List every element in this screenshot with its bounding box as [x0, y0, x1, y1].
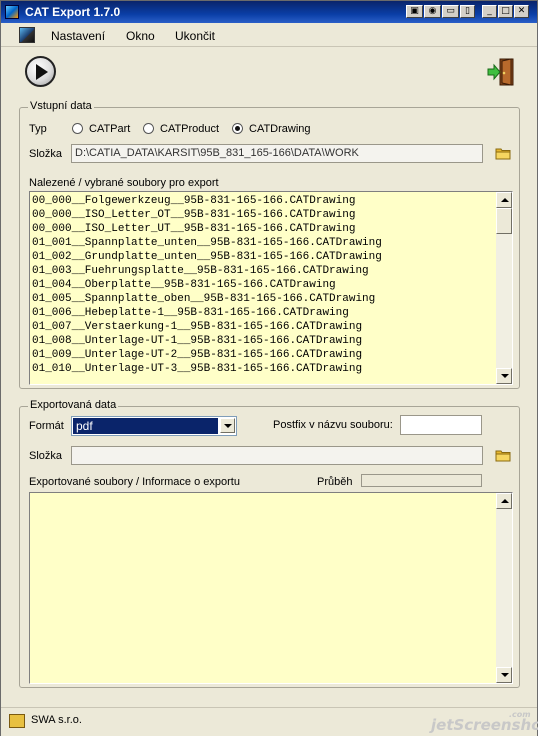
output-folder-browse-icon[interactable]	[495, 449, 511, 462]
file-list-item[interactable]: 01_005__Spannplatte_oben__95B-831-165-16…	[32, 292, 382, 306]
window-capture-icon[interactable]: ▭	[442, 5, 459, 18]
file-list-item[interactable]: 01_008__Unterlage-UT-1__95B-831-165-166.…	[32, 334, 382, 348]
scroll-down-button[interactable]	[496, 368, 512, 384]
output-folder-label: Složka	[29, 450, 63, 462]
file-list-item[interactable]: 01_007__Verstaerkung-1__95B-831-165-166.…	[32, 320, 382, 334]
file-list-item[interactable]: 00_000__ISO_Letter_OT__95B-831-165-166.C…	[32, 208, 382, 222]
output-folder-field[interactable]	[71, 446, 483, 465]
files-list[interactable]: 00_000__Folgewerkzeug__95B-831-165-166.C…	[32, 194, 382, 376]
menu-okno[interactable]: Okno	[126, 29, 155, 43]
scroll-down-button[interactable]	[496, 667, 512, 683]
format-select[interactable]: pdf	[71, 416, 237, 436]
scroll-up-button[interactable]	[496, 493, 512, 509]
file-list-item[interactable]: 01_009__Unterlage-UT-2__95B-831-165-166.…	[32, 348, 382, 362]
capture-region-icon[interactable]: ▯	[460, 5, 475, 18]
exit-door-icon[interactable]	[486, 57, 516, 87]
file-list-item[interactable]: 01_002__Grundplatte_unten__95B-831-165-1…	[32, 250, 382, 264]
chevron-down-icon[interactable]	[220, 418, 235, 433]
menu-ukoncit[interactable]: Ukončit	[175, 29, 215, 43]
postfix-field[interactable]	[400, 415, 482, 435]
status-bar: SWA s.r.o. jetScreenshot .com	[1, 707, 538, 736]
title-bar[interactable]: CAT Export 1.7.0 ▣ ◉ ▭ ▯ _ □ ✕	[1, 1, 537, 23]
radio-catdrawing[interactable]	[232, 123, 243, 134]
type-label: Typ	[29, 123, 47, 135]
export-info-box[interactable]	[29, 492, 513, 684]
format-label: Formát	[29, 420, 64, 432]
watermark-suffix: .com	[509, 710, 531, 719]
minimize-button[interactable]: _	[482, 5, 497, 18]
file-list-item[interactable]: 01_001__Spannplatte_unten__95B-831-165-1…	[32, 236, 382, 250]
postfix-label: Postfix v názvu souboru:	[273, 419, 393, 431]
window-title: CAT Export 1.7.0	[25, 5, 121, 19]
radio-catpart[interactable]	[72, 123, 83, 134]
progress-bar	[361, 474, 482, 487]
company-icon	[9, 714, 25, 728]
input-folder-field[interactable]: D:\CATIA_DATA\KARSIT\95B_831_165-166\DAT…	[71, 144, 483, 163]
input-folder-label: Složka	[29, 148, 63, 160]
export-info-label: Exportované soubory / Informace o export…	[29, 476, 240, 488]
menu-nastaveni[interactable]: Nastavení	[51, 29, 105, 43]
play-button[interactable]	[25, 56, 56, 87]
file-list-item[interactable]: 01_010__Unterlage-UT-3__95B-831-165-166.…	[32, 362, 382, 376]
export-data-title: Exportovaná data	[28, 399, 119, 411]
file-list-item[interactable]: 01_006__Hebeplatte-1__95B-831-165-166.CA…	[32, 306, 382, 320]
menu-bar: Nastavení Okno Ukončit	[1, 24, 537, 47]
scroll-up-button[interactable]	[496, 192, 512, 208]
format-selected-value[interactable]: pdf	[73, 418, 218, 434]
file-list-item[interactable]: 01_003__Fuehrungsplatte__95B-831-165-166…	[32, 264, 382, 278]
scroll-thumb[interactable]	[496, 208, 512, 234]
input-data-title: Vstupní data	[28, 100, 94, 112]
input-folder-browse-icon[interactable]	[495, 147, 511, 160]
company-name: SWA s.r.o.	[31, 714, 82, 726]
files-label: Nalezené / vybrané soubory pro export	[29, 177, 219, 189]
export-info-scrollbar[interactable]	[496, 493, 512, 683]
progress-label: Průběh	[317, 476, 353, 488]
radio-catdrawing-label[interactable]: CATDrawing	[249, 123, 311, 135]
files-scrollbar[interactable]	[496, 192, 512, 384]
file-list-item[interactable]: 00_000__ISO_Letter_UT__95B-831-165-166.C…	[32, 222, 382, 236]
camera-icon[interactable]: ◉	[424, 5, 441, 18]
video-capture-icon[interactable]: ▣	[406, 5, 423, 18]
files-listbox[interactable]: 00_000__Folgewerkzeug__95B-831-165-166.C…	[29, 191, 513, 385]
maximize-button[interactable]: □	[498, 5, 513, 18]
radio-catpart-label[interactable]: CATPart	[89, 123, 130, 135]
main-window: CAT Export 1.7.0 ▣ ◉ ▭ ▯ _ □ ✕ Nastavení…	[0, 0, 538, 736]
file-list-item[interactable]: 00_000__Folgewerkzeug__95B-831-165-166.C…	[32, 194, 382, 208]
app-menu-icon[interactable]	[19, 27, 35, 43]
file-list-item[interactable]: 01_004__Oberplatte__95B-831-165-166.CATD…	[32, 278, 382, 292]
radio-catproduct-label[interactable]: CATProduct	[160, 123, 219, 135]
radio-catproduct[interactable]	[143, 123, 154, 134]
close-button[interactable]: ✕	[514, 5, 529, 18]
app-icon	[5, 5, 19, 19]
